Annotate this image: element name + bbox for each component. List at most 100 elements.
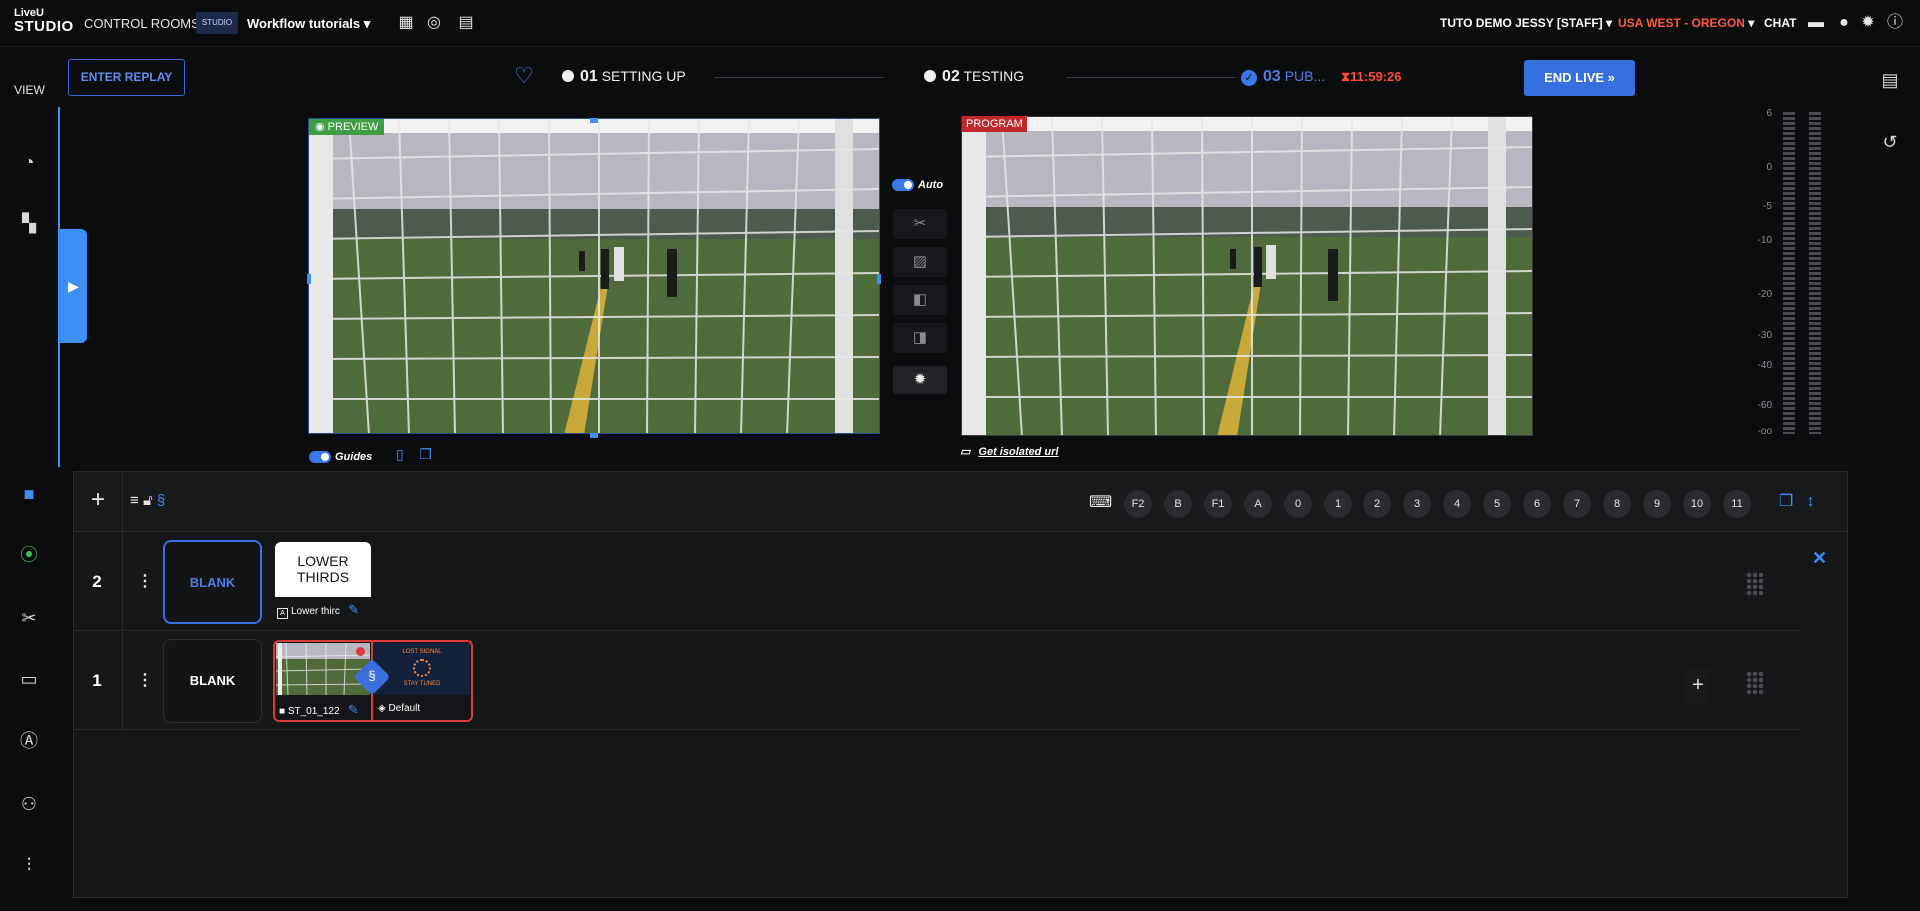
preview-video[interactable] [308, 118, 880, 434]
row-number: 2 [92, 572, 102, 591]
cut-transition-button[interactable]: ✂ [893, 209, 947, 239]
step-setting-up[interactable]: 01 SETTING UP [562, 68, 686, 86]
close-icon[interactable]: ✕ [1812, 548, 1827, 569]
hotkey-button[interactable]: B [1164, 490, 1192, 518]
hotkey-button[interactable]: 2 [1363, 490, 1391, 518]
row-menu-icon[interactable]: ⋮ [137, 670, 153, 690]
isolated-url-row[interactable]: ▭ Get isolated url [960, 445, 1058, 458]
hotkey-button[interactable]: 10 [1683, 490, 1711, 518]
hotkey-button[interactable]: 9 [1643, 490, 1671, 518]
link-icon[interactable]: § [157, 492, 165, 509]
mobile-icon[interactable]: ▯ [396, 446, 404, 462]
lower-thirds-caption: A Lower thirc ✎ [277, 602, 359, 619]
pencil-icon[interactable]: ✎ [348, 602, 359, 617]
hotkey-button[interactable]: 11 [1723, 490, 1751, 518]
unlock-icon[interactable]: 🔓︎ [143, 492, 153, 509]
chat-bubble-icon[interactable]: ▬ [1806, 13, 1826, 33]
rundown-icon[interactable]: ▤ [1876, 66, 1904, 94]
isolated-url-link[interactable]: Get isolated url [978, 446, 1058, 458]
mixer-icon[interactable]: ⫶ [14, 850, 44, 880]
add-element-button[interactable]: + [1686, 667, 1710, 703]
camera-icon[interactable]: ■ [14, 479, 44, 509]
drag-handle-icon[interactable] [1746, 572, 1764, 596]
stinger-transition-button[interactable]: ◨ [893, 323, 947, 353]
auto-toggle[interactable]: Auto [892, 176, 952, 192]
hotkey-button[interactable]: 7 [1563, 490, 1591, 518]
scissors-icon[interactable]: ✂ [14, 603, 44, 633]
lightbulb-icon[interactable]: ♡ [514, 63, 534, 89]
toggle-switch[interactable] [309, 450, 331, 463]
preview-scene [309, 119, 879, 433]
resize-handle-right[interactable] [877, 274, 881, 284]
blank-button[interactable]: BLANK [163, 540, 262, 624]
dashboard-icon[interactable]: ◔ [14, 147, 44, 177]
broadcast-icon[interactable]: ⦿ [14, 540, 44, 570]
source-caption: ■ ST_01_122 ✎ [279, 702, 359, 718]
row-menu-icon[interactable]: ⋮ [137, 571, 153, 591]
resize-handle-bottom[interactable] [590, 433, 598, 438]
wipe-transition-button[interactable]: ▨ [893, 247, 947, 277]
info-icon[interactable]: ⓘ [1885, 13, 1905, 33]
lower-thirds-card[interactable]: LOWER THIRDS [275, 542, 371, 597]
overlay-top-text: LOST SIGNAL [402, 649, 442, 655]
blank-button[interactable]: BLANK [163, 639, 262, 723]
user-icon[interactable]: ● [1834, 13, 1854, 33]
hotkey-button[interactable]: F2 [1124, 490, 1152, 518]
vu-scale: 6 0 -5 -10 -20 -30 -40 -60 -oo [1748, 108, 1772, 437]
duplicate-icon[interactable]: ❐ [419, 446, 432, 462]
control-rooms-link[interactable]: CONTROL ROOMS [84, 16, 200, 31]
row-divider [122, 632, 123, 730]
fade-transition-button[interactable]: ◧ [893, 285, 947, 315]
hotkey-button[interactable]: 3 [1403, 490, 1431, 518]
align-icon[interactable]: ≡ [130, 492, 139, 509]
layouts-icon[interactable]: ▚ [14, 208, 44, 238]
calendar-icon[interactable]: ▦ [396, 13, 416, 33]
hotkey-button[interactable]: 5 [1483, 490, 1511, 518]
hotkey-button[interactable]: 1 [1324, 490, 1352, 518]
text-icon[interactable]: Ⓐ [14, 726, 44, 756]
keyboard-icon[interactable]: ⌨ [1089, 492, 1112, 512]
multiview-icon[interactable]: ▤ [456, 13, 476, 33]
toggle-switch[interactable] [892, 178, 914, 191]
hotkey-button[interactable]: 8 [1603, 490, 1631, 518]
pencil-icon[interactable]: ✎ [348, 702, 359, 717]
transition-settings-button[interactable]: ✹ [893, 366, 947, 394]
toolbar-divider [122, 472, 123, 532]
guests-icon[interactable]: ⚇ [14, 789, 44, 819]
support-icon[interactable]: ◎ [424, 13, 444, 33]
drag-handle-icon[interactable] [1746, 671, 1764, 695]
hotkey-button[interactable]: 4 [1443, 490, 1471, 518]
guides-toggle[interactable]: Guides [309, 448, 372, 464]
view-label[interactable]: VIEW [0, 83, 59, 97]
hotkey-button[interactable]: F1 [1204, 490, 1232, 518]
wipe-icon: ▨ [912, 253, 928, 270]
chevron-down-icon: ▾ [1606, 16, 1613, 30]
end-live-button[interactable]: END LIVE » [1524, 60, 1635, 96]
undo-icon[interactable]: ↺ [1876, 128, 1904, 156]
rundown-tools: ≡ 🔓︎ § [130, 492, 165, 509]
message-icon[interactable]: ▭ [14, 664, 44, 694]
vertical-resize-icon[interactable]: ↕ [1807, 493, 1815, 510]
chat-button[interactable]: CHAT [1764, 16, 1796, 30]
logo-line2: STUDIO [14, 18, 74, 35]
step-publishing[interactable]: ✓ 03 PUB... [1241, 68, 1325, 86]
step-dot [562, 70, 574, 82]
region-selector[interactable]: USA WEST - OREGON ▾ [1618, 16, 1754, 30]
expand-panel-button[interactable]: ▶ [60, 229, 87, 343]
gear-icon[interactable]: ✹ [1858, 13, 1878, 33]
step-testing[interactable]: 02 TESTING [924, 68, 1024, 86]
hotkey-button[interactable]: 6 [1523, 490, 1551, 518]
resize-handle-top[interactable] [590, 118, 598, 123]
liveu-studio-logo[interactable]: LiveU STUDIO [14, 8, 74, 38]
program-video[interactable] [961, 116, 1533, 436]
hotkey-button[interactable]: 0 [1284, 490, 1312, 518]
add-row-button[interactable]: + [86, 488, 110, 512]
hotkey-button[interactable]: A [1244, 490, 1272, 518]
duplicate-icon[interactable]: ❐ [1779, 493, 1793, 510]
eye-icon: ◉ [315, 121, 325, 133]
resize-handle-left[interactable] [307, 274, 311, 284]
room-thumbnail: STUDIO [196, 12, 238, 34]
account-menu[interactable]: TUTO DEMO JESSY [STAFF] ▾ [1440, 16, 1612, 30]
workflow-selector[interactable]: Workflow tutorials ▾ [247, 16, 370, 32]
enter-replay-button[interactable]: ENTER REPLAY [68, 59, 185, 96]
